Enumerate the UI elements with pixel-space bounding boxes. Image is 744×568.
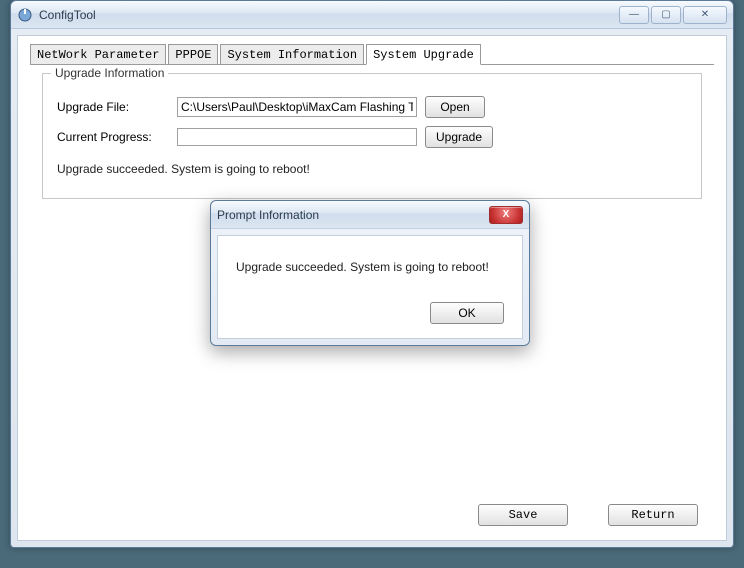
open-button[interactable]: Open	[425, 96, 485, 118]
row-progress: Current Progress: Upgrade	[57, 126, 687, 148]
ok-button[interactable]: OK	[430, 302, 504, 324]
dialog-message: Upgrade succeeded. System is going to re…	[236, 260, 504, 274]
tab-network-parameter[interactable]: NetWork Parameter	[30, 44, 166, 65]
dialog-actions: OK	[236, 302, 504, 324]
dialog-close-button[interactable]: X	[489, 206, 523, 224]
save-button[interactable]: Save	[478, 504, 568, 526]
upgrade-button[interactable]: Upgrade	[425, 126, 493, 148]
tab-system-upgrade[interactable]: System Upgrade	[366, 44, 481, 65]
dialog-titlebar[interactable]: Prompt Information X	[211, 201, 529, 229]
label-upgrade-file: Upgrade File:	[57, 100, 177, 114]
prompt-dialog: Prompt Information X Upgrade succeeded. …	[210, 200, 530, 346]
window-buttons: — ▢ ✕	[617, 6, 727, 24]
upgrade-information-group: Upgrade Information Upgrade File: Open C…	[42, 73, 702, 199]
app-icon	[17, 7, 33, 23]
group-legend: Upgrade Information	[51, 66, 168, 80]
label-progress: Current Progress:	[57, 130, 177, 144]
bottom-button-bar: Save Return	[470, 504, 698, 526]
status-text: Upgrade succeeded. System is going to re…	[57, 162, 687, 176]
row-upgrade-file: Upgrade File: Open	[57, 96, 687, 118]
dialog-body: Upgrade succeeded. System is going to re…	[217, 235, 523, 339]
progress-bar	[177, 128, 417, 146]
window-close-button[interactable]: ✕	[683, 6, 727, 24]
upgrade-file-input[interactable]	[177, 97, 417, 117]
tab-pppoe[interactable]: PPPOE	[168, 44, 218, 65]
return-button[interactable]: Return	[608, 504, 698, 526]
minimize-button[interactable]: —	[619, 6, 649, 24]
dialog-title: Prompt Information	[217, 208, 489, 222]
tab-system-information[interactable]: System Information	[220, 44, 364, 65]
titlebar[interactable]: ConfigTool — ▢ ✕	[11, 1, 733, 29]
window-title: ConfigTool	[39, 8, 617, 22]
maximize-button[interactable]: ▢	[651, 6, 681, 24]
tab-strip: NetWork Parameter PPPOE System Informati…	[18, 36, 726, 64]
